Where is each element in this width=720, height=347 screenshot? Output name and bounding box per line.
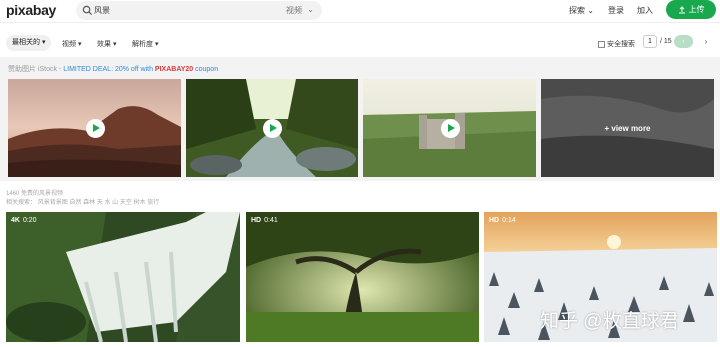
related-tag[interactable]: 天 [97,200,103,206]
search-icon [82,5,93,16]
related-tag[interactable]: 森林 [83,200,95,206]
nav-explore[interactable]: 探索 ⌄ [569,5,594,16]
filter-resolution[interactable]: 解析度 ▾ [132,39,158,49]
filter-effects[interactable]: 效果 ▾ [97,39,116,49]
safe-search-toggle[interactable]: 安全搜索 [598,39,635,49]
video-card-1[interactable]: 4K 0:20 [6,212,240,342]
tree-image [246,212,479,342]
results-count: 1460 免费的风景视频 [6,191,64,197]
sort-dropdown[interactable]: 最相关的 ▾ [6,35,52,51]
video-card-2[interactable]: HD 0:41 [246,212,479,342]
search-bar[interactable]: 风景 视频 ⌄ [76,1,322,20]
next-page-button[interactable]: › [699,35,713,48]
logo[interactable]: pixabay [6,2,56,18]
related-tag[interactable]: 水 [104,200,110,206]
page-input[interactable]: 1 [643,35,657,48]
related-tag[interactable]: 旅行 [147,200,159,206]
watermark-text: 知乎 @敉直球君 [540,311,679,332]
related-tag[interactable]: 树木 [134,200,146,206]
view-more-link[interactable]: + view more [541,79,714,177]
waterfall-image [6,212,240,342]
search-input[interactable]: 风景 [94,5,110,16]
sponsored-section: 赞助图片 iStock - LIMITED DEAL: 20% off with… [0,57,720,181]
sponsored-video-3[interactable] [363,79,536,177]
video-badge: HD 0:14 [489,217,516,224]
page-total: / 15 [660,38,672,45]
checkbox[interactable] [598,40,605,48]
video-badge: 4K 0:20 [11,217,37,224]
upload-button[interactable]: 上传 [666,0,716,19]
play-icon[interactable] [85,119,105,138]
nav-join[interactable]: 加入 [637,5,653,16]
video-badge: HD 0:41 [251,217,278,224]
top-header: pixabay 风景 视频 ⌄ 探索 ⌄ 登录 加入 上传 [0,0,720,22]
related-tag[interactable]: 山 [112,200,118,206]
prev-page-button[interactable]: ‹ [674,35,693,48]
chevron-down-icon: ⌄ [307,5,314,14]
sponsored-video-1[interactable] [8,79,181,177]
sponsored-video-2[interactable] [186,79,358,177]
related-searches: 相关搜索： 风景背景图 自然 森林 天 水 山 天空 树木 旅行 [6,200,160,206]
filter-bar: 最相关的 ▾ 视频 ▾ 效果 ▾ 解析度 ▾ 安全搜索 1 / 15 ‹ › [0,22,720,51]
view-more-tile[interactable]: + view more [541,79,714,177]
search-type-select[interactable]: 视频 [286,5,302,16]
play-icon[interactable] [263,119,282,138]
related-tag[interactable]: 天空 [120,200,132,206]
nav-login[interactable]: 登录 [608,5,624,16]
play-icon[interactable] [440,119,460,138]
related-tag[interactable]: 自然 [69,200,81,206]
related-tag[interactable]: 风景背景图 [38,200,68,206]
upload-icon [678,5,685,13]
filter-video[interactable]: 视频 ▾ [62,39,81,49]
promo-text[interactable]: 赞助图片 iStock - LIMITED DEAL: 20% off with… [8,64,218,74]
